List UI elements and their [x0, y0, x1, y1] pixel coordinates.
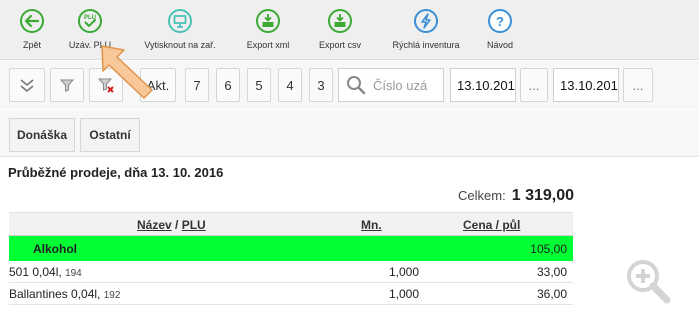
table-row[interactable]: Ballantines 0,04l, 192 1,000 36,00: [9, 283, 573, 305]
svg-text:?: ?: [496, 14, 504, 29]
plu-check-icon: PLU: [78, 9, 102, 33]
filter-button[interactable]: [50, 68, 84, 102]
collapse-button[interactable]: [9, 68, 45, 102]
tab-row: Donáška Ostatní: [0, 110, 699, 157]
search-icon: [347, 76, 366, 95]
column-price[interactable]: Cena / půl: [463, 218, 520, 232]
arrow-left-circle-icon: [20, 9, 44, 33]
closure-number-placeholder: Číslo uzá: [373, 77, 428, 93]
tab-ostatni[interactable]: Ostatní: [80, 118, 140, 152]
print-device-label: Vytisknout na zař.: [144, 40, 216, 50]
day-7-label: 7: [193, 77, 201, 93]
group-price: 105,00: [530, 242, 567, 256]
item-qty: 1,000: [388, 287, 419, 301]
back-button[interactable]: Zpět: [14, 8, 50, 58]
item-qty: 1,000: [388, 265, 419, 279]
export-csv-label: Export csv: [318, 40, 361, 50]
report-heading: Průběžné prodeje, dňa 13. 10. 2016: [8, 165, 224, 180]
date-to-ellipsis: ...: [632, 77, 644, 93]
date-to-value: 13.10.2016: [560, 77, 619, 93]
sort-by-plu-link[interactable]: PLU: [182, 218, 206, 232]
akt-label: Akt.: [146, 77, 170, 93]
group-row: Alkohol 105,00: [9, 236, 573, 261]
lightning-icon: [414, 9, 438, 33]
total-label: Celkem:: [458, 188, 506, 203]
day-5-button[interactable]: 5: [247, 68, 271, 102]
close-plu-button[interactable]: PLU Uzáv. PLU: [62, 8, 118, 58]
date-from-picker-button[interactable]: ...: [520, 68, 548, 102]
table-row[interactable]: 501 0,04l, 194 1,000 33,00: [9, 261, 573, 283]
sales-table: Název / PLU Mn. Cena / půl Alkohol 105,0…: [9, 212, 573, 305]
item-price: 36,00: [536, 287, 567, 301]
item-name-text: Ballantines 0,04l,: [9, 287, 101, 301]
day-4-button[interactable]: 4: [278, 68, 302, 102]
date-from-value: 13.10.2016: [457, 77, 516, 93]
day-6-label: 6: [224, 77, 232, 93]
day-6-button[interactable]: 6: [216, 68, 240, 102]
date-to-input[interactable]: 13.10.2016: [553, 68, 619, 102]
help-button[interactable]: ? Návod: [480, 8, 520, 58]
date-from-ellipsis: ...: [528, 77, 540, 93]
total-value: 1 319,00: [511, 187, 574, 204]
zoom-in-icon[interactable]: [623, 256, 671, 304]
item-name: Ballantines 0,04l, 192: [9, 287, 120, 301]
akt-button[interactable]: Akt.: [140, 68, 176, 102]
close-plu-label: Uzáv. PLU: [68, 40, 112, 50]
item-plu: 194: [65, 268, 82, 279]
column-separator: /: [171, 218, 182, 232]
tab-ostatni-label: Ostatní: [89, 128, 131, 142]
double-chevron-down-icon: [20, 79, 34, 93]
column-qty[interactable]: Mn.: [361, 218, 382, 232]
day-3-label: 3: [317, 77, 325, 93]
help-icon: ?: [488, 9, 512, 33]
report-total: Celkem: 1 319,00: [458, 187, 574, 205]
item-name: 501 0,04l, 194: [9, 265, 82, 279]
print-device-button[interactable]: Vytisknout na zař.: [136, 8, 224, 58]
export-csv-button[interactable]: Export csv: [312, 8, 368, 58]
item-plu: 192: [103, 290, 121, 301]
export-xml-label: Export xml: [246, 40, 290, 50]
item-name-text: 501 0,04l,: [9, 265, 62, 279]
export-xml-icon: [256, 9, 280, 33]
item-price: 33,00: [536, 265, 567, 279]
day-3-button[interactable]: 3: [309, 68, 333, 102]
column-name-plu: Název / PLU: [137, 218, 206, 232]
day-7-button[interactable]: 7: [185, 68, 209, 102]
filter-clear-icon: [97, 78, 114, 93]
sort-by-price-link[interactable]: Cena / půl: [463, 218, 520, 232]
sort-by-qty-link[interactable]: Mn.: [361, 218, 382, 232]
help-label: Návod: [486, 40, 513, 50]
export-csv-icon: [328, 9, 352, 33]
tab-donaska-label: Donáška: [16, 128, 68, 142]
clear-filter-button[interactable]: [89, 68, 123, 102]
group-name: Alkohol: [33, 242, 77, 256]
filter-bar: Akt. 7 6 5 4 3 Číslo uzá 13.10.2016 ... …: [0, 61, 699, 109]
back-label: Zpět: [22, 40, 41, 50]
date-from-input[interactable]: 13.10.2016: [450, 68, 516, 102]
day-5-label: 5: [255, 77, 263, 93]
closure-number-input[interactable]: Číslo uzá: [338, 68, 444, 102]
filter-icon: [59, 79, 75, 92]
toolbar: Zpět PLU Uzáv. PLU Vytisknout na zař. Ex…: [0, 0, 699, 60]
sort-by-name-link[interactable]: Název: [137, 218, 172, 232]
date-to-picker-button[interactable]: ...: [623, 68, 653, 102]
tab-donaska[interactable]: Donáška: [9, 118, 75, 152]
quick-inventory-button[interactable]: Rýchlá inventura: [382, 8, 470, 58]
print-device-icon: [168, 9, 192, 33]
table-header: Název / PLU Mn. Cena / půl: [9, 212, 573, 236]
day-4-label: 4: [286, 77, 294, 93]
quick-inventory-label: Rýchlá inventura: [392, 40, 460, 50]
export-xml-button[interactable]: Export xml: [240, 8, 296, 58]
